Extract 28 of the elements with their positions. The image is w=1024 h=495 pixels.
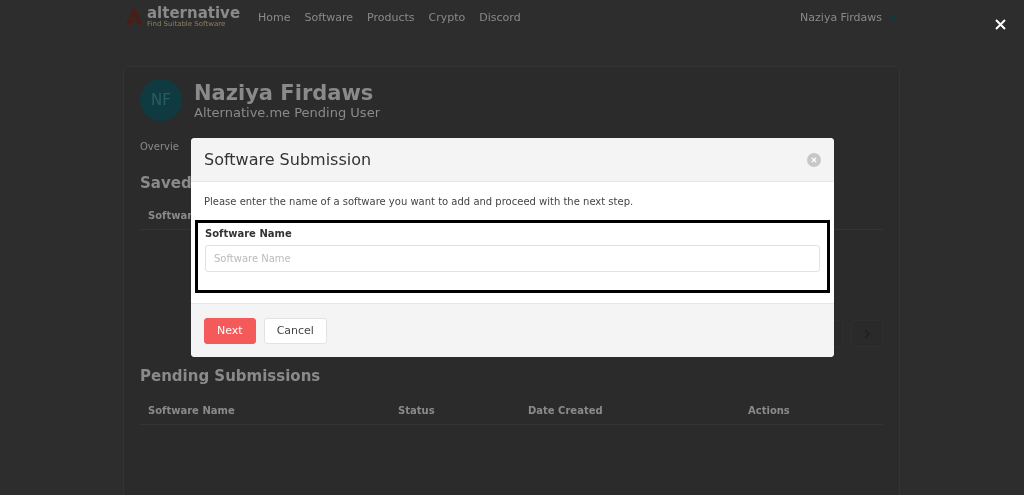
chevron-down-icon[interactable]: [888, 13, 898, 21]
profile-name: Naziya Firdaws: [194, 80, 375, 105]
column-header: Status: [398, 405, 436, 416]
nav-link[interactable]: Products: [367, 10, 415, 24]
nav-link[interactable]: Software: [304, 10, 354, 24]
section-title: Pending Submissions: [140, 367, 321, 385]
nav-link[interactable]: Home: [258, 10, 291, 24]
logo-name: alternative: [147, 6, 241, 21]
column-header: Actions: [748, 405, 791, 416]
logo-icon: [125, 8, 143, 26]
profile-tab[interactable]: Overvie: [140, 141, 179, 152]
cancel-button[interactable]: Cancel: [263, 317, 327, 344]
section-title: Saved: [140, 174, 192, 192]
column-header: Softwar: [148, 210, 194, 221]
close-icon: [994, 18, 1006, 30]
close-button[interactable]: [992, 16, 1008, 32]
close-icon: [811, 156, 817, 163]
field-label: Software Name: [205, 228, 293, 239]
column-header: Date Created: [528, 405, 604, 416]
software-name-field[interactable]: Software Name: [205, 245, 820, 272]
user-name[interactable]: Naziya Firdaws: [800, 10, 882, 24]
column-header: Software Name: [148, 405, 236, 416]
dialog-title: Software Submission: [204, 150, 372, 169]
next-button[interactable]: Next: [204, 317, 256, 344]
nav-link[interactable]: Crypto: [428, 10, 466, 24]
profile-role: Alternative.me Pending User: [194, 104, 380, 120]
nav-link[interactable]: Discord: [479, 10, 521, 24]
instruction-text: Please enter the name of a software you want to add and proceed with the next step.: [204, 196, 635, 207]
